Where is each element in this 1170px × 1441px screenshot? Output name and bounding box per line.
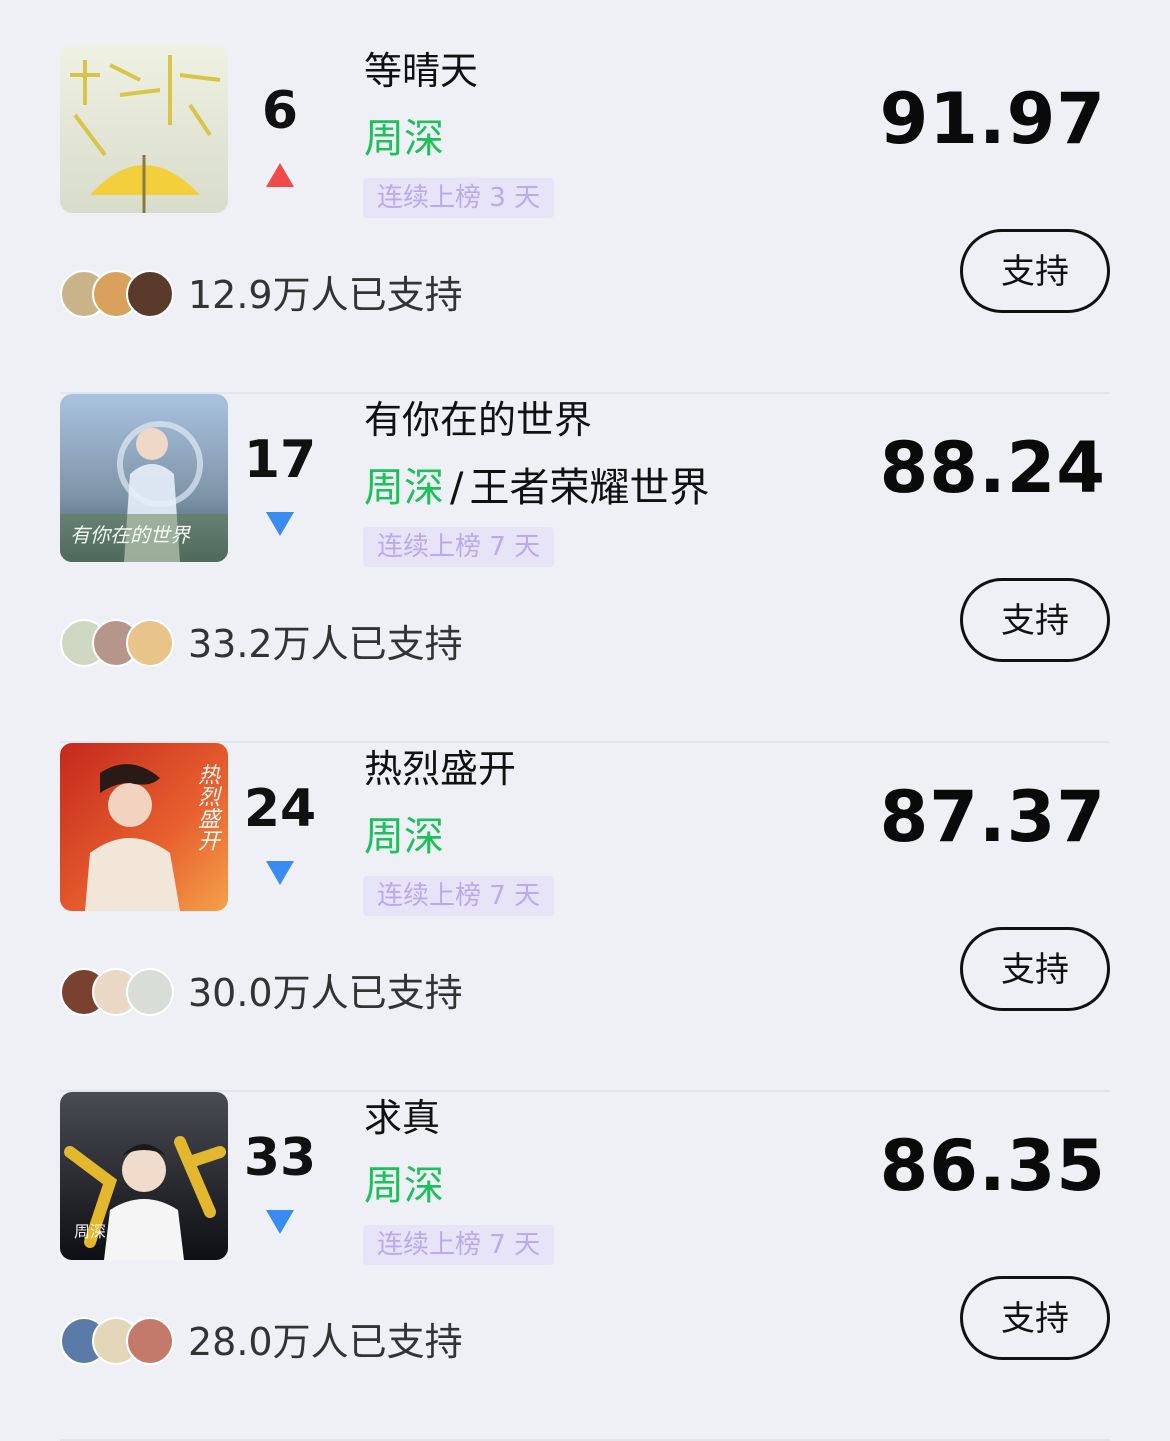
- trend-down-icon: [266, 1210, 294, 1234]
- song-title[interactable]: 求真: [364, 1094, 440, 1142]
- trend-down-icon: [266, 861, 294, 885]
- supporter-avatars: [60, 270, 180, 318]
- support-button[interactable]: 支持: [960, 1276, 1110, 1360]
- album-cover[interactable]: 周深: [60, 1092, 228, 1260]
- streak-badge: 连续上榜 7 天: [363, 527, 555, 567]
- artist-link[interactable]: 周深: [364, 1163, 444, 1209]
- artist-link[interactable]: 周深: [364, 814, 444, 860]
- rank-number: 17: [243, 430, 317, 490]
- streak-badge: 连续上榜 3 天: [363, 178, 555, 218]
- ranking-list: 6 等晴天 周深 连续上榜 3 天 91.97 12.9万人已支持 支持 有你在…: [0, 0, 1170, 1441]
- trend-up-icon: [266, 163, 294, 187]
- cover-caption: 有你在的世界: [70, 523, 190, 547]
- score-value: 87.37: [879, 776, 1106, 858]
- rank-number: 6: [261, 81, 299, 141]
- cover-art-umbrella: [60, 45, 228, 213]
- album-cover[interactable]: 有你在的世界: [60, 394, 228, 562]
- list-item[interactable]: 周深 33 求真 周深 连续上榜 7 天 86.35 28.0万人已支持 支持: [60, 1092, 1110, 1441]
- song-title[interactable]: 有你在的世界: [364, 396, 592, 444]
- album-cover[interactable]: 热烈盛开: [60, 743, 228, 911]
- support-button[interactable]: 支持: [960, 927, 1110, 1011]
- cover-caption: 周深: [74, 1222, 107, 1241]
- score-value: 91.97: [879, 78, 1106, 160]
- song-title[interactable]: 等晴天: [364, 47, 478, 95]
- supporter-count: 12.9万人已支持: [188, 273, 463, 317]
- artist-separator: /: [450, 465, 464, 511]
- supporter-avatars: [60, 968, 180, 1016]
- score-value: 88.24: [879, 427, 1106, 509]
- list-item[interactable]: 6 等晴天 周深 连续上榜 3 天 91.97 12.9万人已支持 支持: [60, 45, 1110, 394]
- supporter-avatars: [60, 619, 180, 667]
- list-item[interactable]: 有你在的世界 17 有你在的世界 周深 / 王者荣耀世界 连续上榜 7 天 88.2…: [60, 394, 1110, 743]
- supporter-avatars: [60, 1317, 180, 1365]
- supporter-count: 33.2万人已支持: [188, 622, 463, 666]
- artist-line: 周深: [364, 115, 444, 163]
- song-title[interactable]: 热烈盛开: [364, 745, 516, 793]
- avatar: [126, 619, 174, 667]
- list-item[interactable]: 热烈盛开 24 热烈盛开 周深 连续上榜 7 天 87.37 30.0万人已支持…: [60, 743, 1110, 1092]
- album-cover[interactable]: [60, 45, 228, 213]
- streak-badge: 连续上榜 7 天: [363, 1225, 555, 1265]
- avatar: [126, 1317, 174, 1365]
- score-value: 86.35: [879, 1125, 1106, 1207]
- artist-line: 周深: [364, 1162, 444, 1210]
- supporter-count: 30.0万人已支持: [188, 971, 463, 1015]
- artist-link[interactable]: 周深: [364, 465, 444, 511]
- artist-link[interactable]: 王者荣耀世界: [469, 465, 709, 511]
- avatar: [126, 968, 174, 1016]
- supporter-count: 28.0万人已支持: [188, 1320, 463, 1364]
- cover-caption: 热烈盛开: [194, 763, 219, 851]
- artist-line: 周深: [364, 813, 444, 861]
- artist-line: 周深 / 王者荣耀世界: [364, 464, 709, 512]
- support-button[interactable]: 支持: [960, 229, 1110, 313]
- avatar: [126, 270, 174, 318]
- artist-link[interactable]: 周深: [364, 116, 444, 162]
- rank-number: 33: [243, 1128, 317, 1188]
- streak-badge: 连续上榜 7 天: [363, 876, 555, 916]
- trend-down-icon: [266, 512, 294, 536]
- rank-number: 24: [243, 779, 317, 839]
- support-button[interactable]: 支持: [960, 578, 1110, 662]
